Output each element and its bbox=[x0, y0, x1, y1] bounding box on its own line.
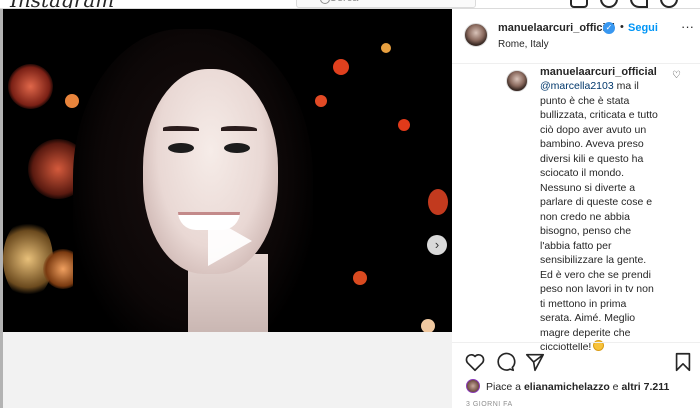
likes-middle: e bbox=[609, 381, 622, 393]
portrait-eye bbox=[224, 143, 250, 153]
bokeh-light bbox=[428, 189, 448, 215]
follow-button[interactable]: Segui bbox=[628, 22, 658, 34]
bokeh-light bbox=[65, 94, 79, 108]
post-sidebar: manuelaarcuri_official ✓ • Segui ··· Rom… bbox=[452, 9, 700, 408]
share-icon[interactable] bbox=[524, 351, 546, 373]
likes-prefix: Piace a bbox=[486, 381, 524, 393]
portrait-brow bbox=[163, 126, 199, 131]
comment-text: @marcella2103 ma il punto è che è stata … bbox=[540, 79, 660, 355]
liker-username[interactable]: elianamichelazzo bbox=[524, 381, 610, 393]
like-heart-icon[interactable] bbox=[464, 351, 486, 373]
bokeh-light bbox=[8, 64, 53, 109]
comment-like-icon[interactable]: ♡ bbox=[672, 71, 682, 81]
comment-icon[interactable] bbox=[494, 351, 516, 373]
bokeh-light bbox=[398, 119, 410, 131]
post-video[interactable]: › bbox=[3, 9, 452, 332]
explore-icon[interactable] bbox=[600, 0, 618, 8]
home-icon[interactable] bbox=[570, 0, 588, 8]
save-bookmark-icon[interactable] bbox=[672, 351, 694, 373]
heart-nav-icon[interactable] bbox=[630, 0, 648, 8]
media-letterbox bbox=[3, 332, 452, 408]
instagram-logo[interactable]: Instagram bbox=[10, 0, 114, 8]
verified-badge-icon: ✓ bbox=[603, 22, 615, 34]
top-nav: Instagram Cerca bbox=[0, 0, 700, 9]
bokeh-light bbox=[315, 95, 327, 107]
play-icon[interactable] bbox=[208, 216, 252, 266]
bokeh-light bbox=[333, 59, 349, 75]
post-date: 3 GIORNI FA bbox=[466, 401, 513, 408]
ellipsis-icon[interactable]: ··· bbox=[681, 19, 694, 34]
post-actions: Piace a elianamichelazzo e altri 7.211 3… bbox=[452, 342, 700, 408]
likes-summary: Piace a elianamichelazzo e altri 7.211 bbox=[486, 381, 669, 393]
mention-link[interactable]: @marcella2103 bbox=[540, 80, 614, 92]
bokeh-light bbox=[421, 319, 435, 332]
comment-item: manuelaarcuri_official ♡ @marcella2103 m… bbox=[452, 64, 700, 353]
profile-avatar-icon[interactable] bbox=[660, 0, 678, 8]
commenter-avatar[interactable] bbox=[506, 70, 528, 92]
comment-body: ma il punto è che è stata bullizzata, cr… bbox=[540, 80, 658, 353]
separator-dot: • bbox=[620, 21, 624, 33]
portrait-eye bbox=[168, 143, 194, 153]
chevron-right-icon[interactable]: › bbox=[427, 235, 447, 255]
author-username[interactable]: manuelaarcuri_official bbox=[498, 22, 615, 34]
bokeh-light bbox=[381, 43, 391, 53]
portrait-brow bbox=[221, 126, 257, 131]
likes-count[interactable]: altri 7.211 bbox=[621, 381, 669, 393]
bokeh-light bbox=[353, 271, 367, 285]
post-location[interactable]: Rome, Italy bbox=[498, 39, 549, 50]
liker-avatar[interactable] bbox=[466, 379, 480, 393]
post-header: manuelaarcuri_official ✓ • Segui ··· Rom… bbox=[452, 9, 700, 64]
commenter-username[interactable]: manuelaarcuri_official bbox=[540, 66, 657, 78]
author-avatar[interactable] bbox=[464, 23, 488, 47]
